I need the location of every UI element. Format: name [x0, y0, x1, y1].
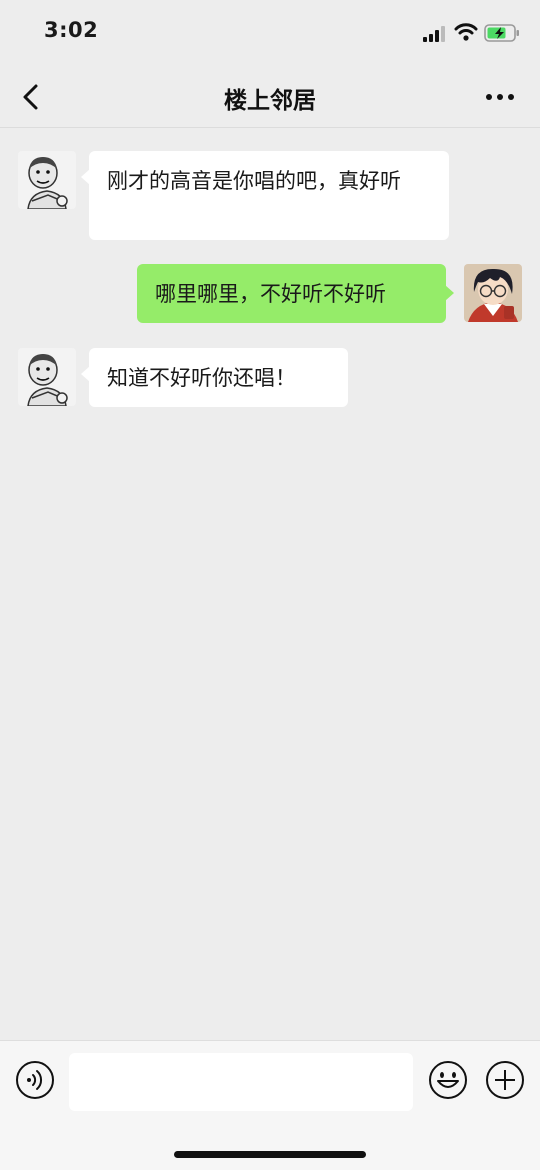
wifi-icon [454, 23, 478, 41]
battery-charging-icon [484, 24, 519, 42]
message-bubble[interactable]: 刚才的高音是你唱的吧，真好听 [81, 151, 449, 240]
meme-avatar-icon [18, 348, 76, 406]
chat-title: 楼上邻居 [224, 88, 316, 114]
anime-avatar-icon [464, 264, 522, 322]
chat-screen: 3:02 楼上邻居 刚才的高音是你唱的吧，真好听 哪里哪里，不好听不好听 知道不… [0, 0, 540, 1170]
message-input[interactable] [69, 1053, 413, 1111]
message-text: 哪里哪里，不好听不好听 [155, 282, 386, 306]
more-button[interactable] [480, 82, 520, 112]
neighbor-avatar[interactable] [18, 348, 76, 406]
voice-icon [16, 1061, 54, 1099]
plus-button[interactable] [485, 1060, 525, 1100]
message-text: 刚才的高音是你唱的吧，真好听 [107, 169, 401, 193]
message-row: 哪里哪里，不好听不好听 [0, 264, 540, 324]
message-bubble[interactable]: 知道不好听你还唱！ [81, 348, 348, 407]
voice-button[interactable] [15, 1060, 55, 1100]
status-time: 3:02 [44, 18, 99, 42]
home-indicator [174, 1151, 366, 1158]
emoji-button[interactable] [428, 1060, 468, 1100]
my-avatar[interactable] [464, 264, 522, 322]
nav-bar: 楼上邻居 [0, 66, 540, 128]
signal-icon [423, 26, 445, 42]
meme-avatar-icon [18, 151, 76, 209]
status-bar: 3:02 [0, 0, 540, 66]
neighbor-avatar[interactable] [18, 151, 76, 209]
emoji-icon [429, 1061, 467, 1099]
message-row: 刚才的高音是你唱的吧，真好听 [0, 151, 540, 241]
message-bubble[interactable]: 哪里哪里，不好听不好听 [137, 264, 454, 323]
plus-icon [486, 1061, 524, 1099]
message-text: 知道不好听你还唱！ [107, 366, 296, 390]
input-bar [0, 1040, 540, 1170]
message-row: 知道不好听你还唱！ [0, 348, 540, 408]
